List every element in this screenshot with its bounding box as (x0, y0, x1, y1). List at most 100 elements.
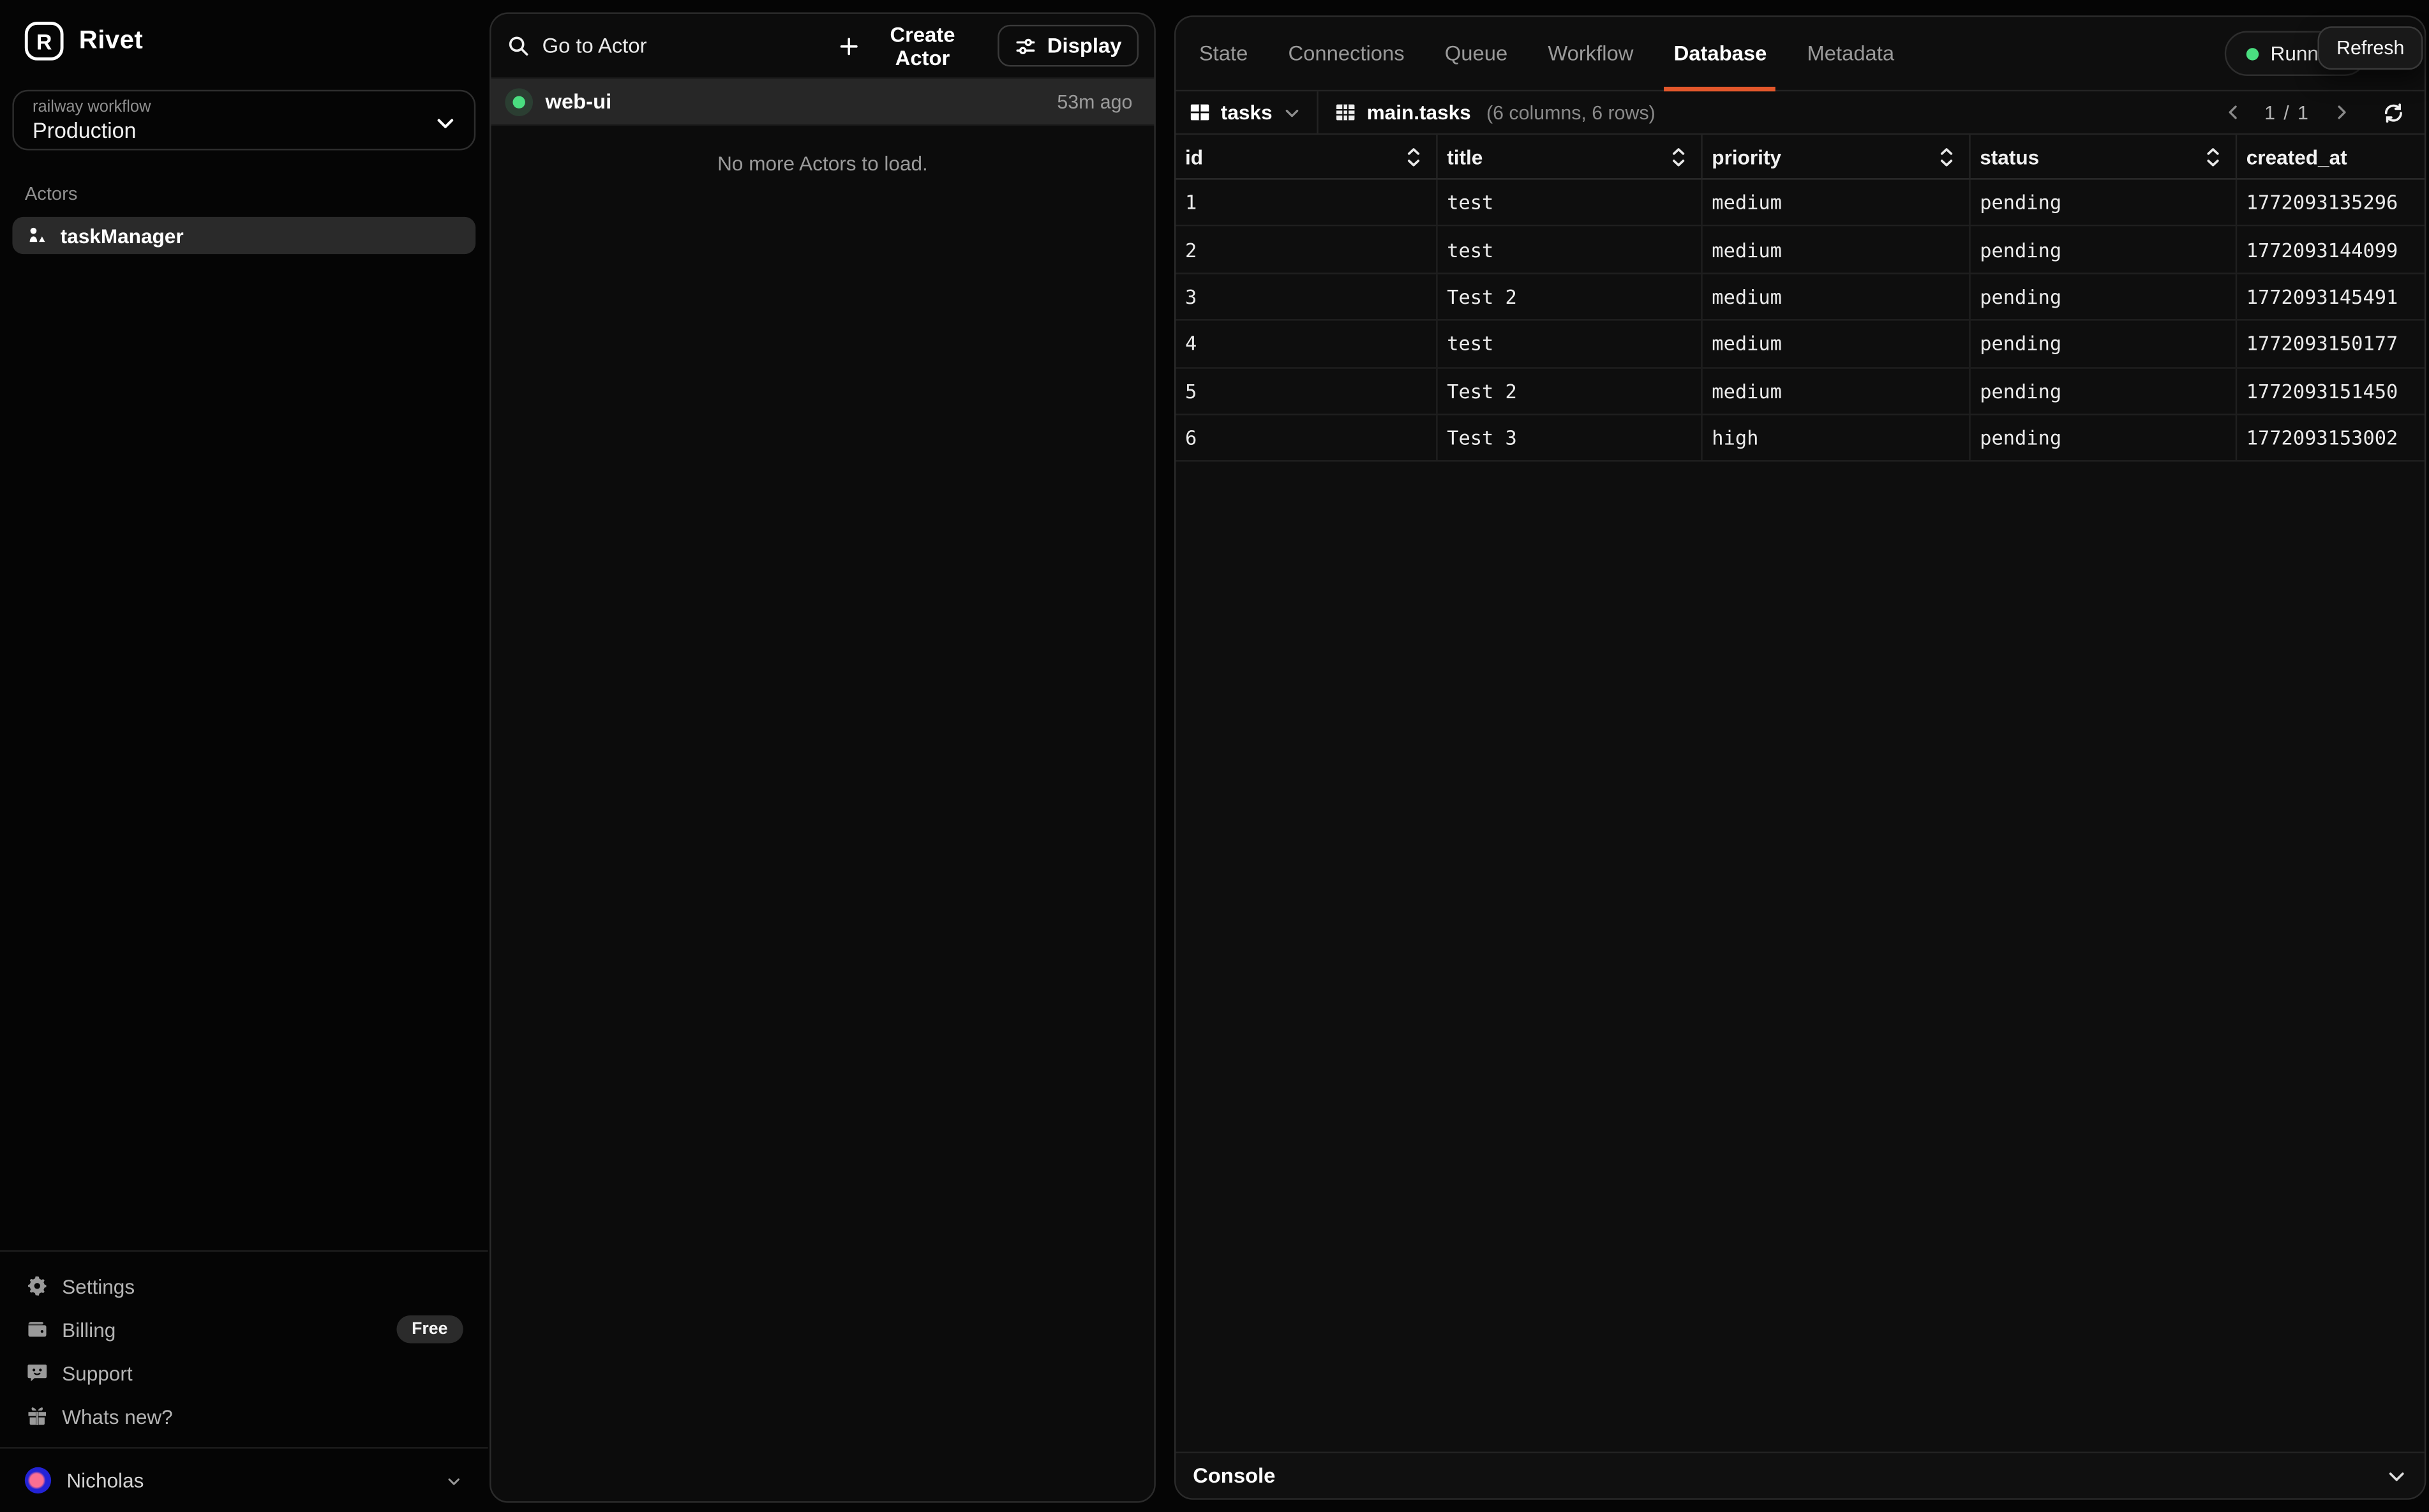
column-header-created-at[interactable]: created_at (2237, 135, 2425, 178)
workflow-select-label: railway workflow (33, 98, 456, 118)
brand-row: R Rivet (0, 0, 488, 61)
display-button[interactable]: Display (998, 25, 1139, 67)
tab-workflow[interactable]: Workflow (1528, 17, 1654, 90)
table-cell[interactable]: test (1438, 321, 1703, 366)
chevron-down-icon (1283, 103, 1302, 121)
table-cell[interactable]: high (1703, 415, 1971, 460)
tab-connections[interactable]: Connections (1268, 17, 1424, 90)
sliders-icon (1015, 35, 1036, 57)
table-row[interactable]: 5Test 2mediumpending1772093151450 (1176, 368, 2425, 415)
table-name: main.tasks (1367, 101, 1471, 124)
table-header-row: id title priority status created_at (1176, 135, 2425, 179)
wallet-icon (25, 1319, 48, 1340)
sidebar-item-whats-new[interactable]: Whats new? (0, 1395, 488, 1438)
refresh-table-button[interactable] (2382, 101, 2404, 123)
pagination: 1 / 1 (2220, 99, 2425, 125)
tooltip: Refresh (2318, 26, 2423, 70)
tab-queue[interactable]: Queue (1424, 17, 1528, 90)
table-row[interactable]: 1testmediumpending1772093135296 (1176, 180, 2425, 227)
chevron-down-icon (445, 1471, 463, 1490)
table-cell[interactable]: 3 (1176, 274, 1437, 319)
actor-inspector-panel: State Connections Queue Workflow Databas… (1174, 15, 2426, 1499)
table-selector-value: tasks (1221, 101, 1273, 124)
table-cell[interactable]: pending (1971, 180, 2238, 225)
user-name: Nicholas (66, 1469, 144, 1492)
table-cell[interactable]: 1772093150177 (2237, 321, 2425, 366)
table-cell[interactable]: pending (1971, 274, 2238, 319)
table-cell[interactable]: pending (1971, 321, 2238, 366)
table-cell[interactable]: pending (1971, 227, 2238, 272)
search-icon (507, 34, 530, 57)
table-body: 1testmediumpending17720931352962testmedi… (1176, 180, 2425, 1452)
user-menu[interactable]: Nicholas (0, 1449, 488, 1512)
actor-list-item-web-ui[interactable]: web-ui 53m ago (491, 77, 1154, 125)
table-cell[interactable]: 1772093151450 (2237, 368, 2425, 414)
table-cell[interactable]: 5 (1176, 368, 1437, 414)
table-cell[interactable]: 1772093135296 (2237, 180, 2425, 225)
status-dot-icon (2246, 47, 2258, 59)
table-cell[interactable]: 1772093153002 (2237, 415, 2425, 460)
table-cell[interactable]: Test 2 (1438, 274, 1703, 319)
sidebar-item-taskmanager[interactable]: taskManager (12, 217, 475, 254)
sidebar-item-settings[interactable]: Settings (0, 1264, 488, 1308)
column-header-status[interactable]: status (1971, 135, 2238, 178)
table-cell[interactable]: Test 2 (1438, 368, 1703, 414)
status-dot-icon (512, 95, 525, 107)
tab-metadata[interactable]: Metadata (1787, 17, 1915, 90)
table-meta: (6 columns, 6 rows) (1486, 101, 1655, 123)
table-cell[interactable]: 4 (1176, 321, 1437, 366)
table-cell[interactable]: pending (1971, 415, 2238, 460)
create-actor-button[interactable]: Create Actor (829, 13, 985, 79)
sort-icon (1405, 146, 1423, 167)
sidebar: R Rivet railway workflow Production Acto… (0, 0, 488, 1512)
next-page-button[interactable] (2328, 99, 2354, 125)
table-cell[interactable]: medium (1703, 321, 1971, 366)
prev-page-button[interactable] (2220, 99, 2246, 125)
table-cell[interactable]: test (1438, 227, 1703, 272)
table-cell[interactable]: medium (1703, 227, 1971, 272)
table-row[interactable]: 3Test 2mediumpending1772093145491 (1176, 274, 2425, 321)
table-cell[interactable]: 1772093144099 (2237, 227, 2425, 272)
column-header-label: status (1980, 145, 2039, 168)
console-toggle[interactable]: Console (1176, 1451, 2425, 1498)
workflow-select-value: Production (33, 117, 456, 142)
inspector-tabbar: State Connections Queue Workflow Databas… (1176, 17, 2425, 92)
brand-name: Rivet (79, 26, 143, 56)
table-cell[interactable]: 1772093145491 (2237, 274, 2425, 319)
table-cell[interactable]: pending (1971, 368, 2238, 414)
empty-list-message: No more Actors to load. (491, 152, 1154, 175)
table-selector-dropdown[interactable]: tasks (1176, 91, 1317, 133)
plus-icon (838, 35, 860, 57)
database-toolbar: tasks main.tasks (6 columns, 6 rows) 1 /… (1176, 91, 2425, 135)
table-cell[interactable]: test (1438, 180, 1703, 225)
workflow-select[interactable]: railway workflow Production (12, 90, 475, 151)
console-label: Console (1193, 1464, 1275, 1487)
chevron-down-icon (434, 112, 457, 135)
tab-state[interactable]: State (1179, 17, 1268, 90)
table-cell[interactable]: medium (1703, 180, 1971, 225)
table-cell[interactable]: 2 (1176, 227, 1437, 272)
sidebar-item-billing[interactable]: Billing Free (0, 1308, 488, 1351)
table-row[interactable]: 6Test 3highpending1772093153002 (1176, 415, 2425, 462)
table-cell[interactable]: medium (1703, 368, 1971, 414)
chevron-down-icon (2386, 1465, 2407, 1486)
table-row[interactable]: 4testmediumpending1772093150177 (1176, 321, 2425, 368)
search-input[interactable] (542, 34, 817, 57)
column-header-id[interactable]: id (1176, 135, 1437, 178)
actor-list-toolbar: Create Actor Display (491, 14, 1154, 78)
avatar (25, 1467, 51, 1493)
sidebar-item-label: Settings (62, 1275, 135, 1298)
sidebar-item-support[interactable]: Support (0, 1351, 488, 1395)
sort-icon (2204, 146, 2222, 167)
gift-icon (25, 1405, 48, 1427)
table-cell[interactable]: 6 (1176, 415, 1437, 460)
actor-last-seen: 53m ago (1057, 91, 1132, 112)
column-header-title[interactable]: title (1438, 135, 1703, 178)
column-header-label: id (1185, 145, 1203, 168)
tab-database[interactable]: Database (1654, 17, 1787, 90)
table-row[interactable]: 2testmediumpending1772093144099 (1176, 227, 2425, 274)
column-header-priority[interactable]: priority (1703, 135, 1971, 178)
table-cell[interactable]: 1 (1176, 180, 1437, 225)
table-cell[interactable]: medium (1703, 274, 1971, 319)
table-cell[interactable]: Test 3 (1438, 415, 1703, 460)
